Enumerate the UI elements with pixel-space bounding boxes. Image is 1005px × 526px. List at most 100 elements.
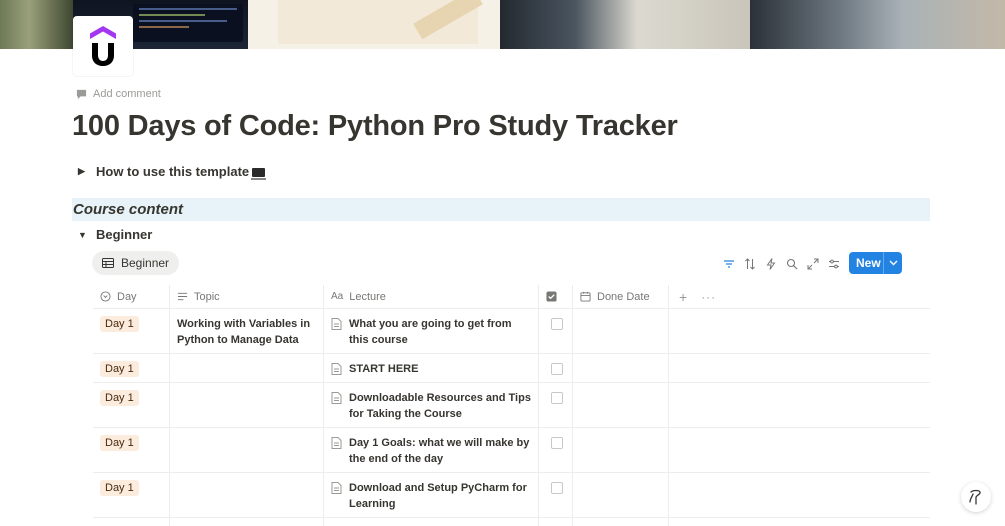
lecture-title[interactable]: Day 1 Goals: what we will make by the en… <box>349 435 531 465</box>
page-icon <box>331 437 343 465</box>
lecture-cell[interactable]: Download and Setup PyCharm for Learning <box>324 473 539 517</box>
new-button[interactable]: New <box>849 252 902 274</box>
triangle-down-icon[interactable]: ▼ <box>78 230 87 240</box>
table-row[interactable]: Day 1 Download and Setup PyCharm for Lea… <box>93 473 930 518</box>
done-date-cell[interactable] <box>573 309 669 353</box>
sort-button[interactable] <box>739 255 760 272</box>
page-title[interactable]: 100 Days of Code: Python Pro Study Track… <box>72 110 678 143</box>
expand-button[interactable] <box>802 255 823 272</box>
row-spacer <box>669 518 930 526</box>
topic-cell[interactable] <box>170 383 324 427</box>
lecture-cell[interactable]: START HERE <box>324 354 539 382</box>
filter-icon <box>723 259 734 268</box>
lecture-title[interactable]: What you are going to get from this cour… <box>349 316 531 346</box>
column-header-actions: + ··· <box>669 285 930 309</box>
day-cell[interactable]: Day 1 <box>93 473 170 517</box>
udemy-logo-icon <box>90 26 116 66</box>
table-row[interactable]: Day 1 Day 1 Goals: what we will make by … <box>93 428 930 473</box>
column-header-day[interactable]: Day <box>93 284 170 309</box>
new-button-label: New <box>856 256 881 270</box>
lightning-icon <box>766 257 775 270</box>
table-row[interactable]: Day 1 Working with Variables in Python t… <box>93 309 930 354</box>
row-spacer <box>669 428 930 472</box>
lecture-cell[interactable]: Downloadable Resources and Tips for Taki… <box>324 383 539 427</box>
more-icon[interactable]: ··· <box>701 290 716 304</box>
section-heading: Course content <box>72 198 930 221</box>
topic-cell[interactable] <box>170 428 324 472</box>
table-row[interactable]: Day 1 START HERE <box>93 354 930 383</box>
add-comment-button[interactable]: Add comment <box>76 88 161 100</box>
checkbox-cell <box>539 309 573 353</box>
column-header-label: Topic <box>194 290 220 303</box>
day-tag: Day 1 <box>100 435 139 451</box>
done-date-cell[interactable] <box>573 518 669 526</box>
day-cell[interactable]: Day 1 <box>93 383 170 427</box>
day-tag: Day 1 <box>100 316 139 332</box>
done-date-cell[interactable] <box>573 383 669 427</box>
column-header-checkbox[interactable] <box>539 284 573 309</box>
howto-toggle-label: How to use this template <box>96 164 250 179</box>
settings-button[interactable] <box>823 255 844 272</box>
column-header-label: Lecture <box>349 290 386 303</box>
lecture-cell[interactable]: What you are going to get from this cour… <box>324 309 539 353</box>
column-header-done-date[interactable]: Done Date <box>573 284 669 309</box>
checkbox-icon <box>546 291 557 302</box>
cover-photo-paper <box>248 0 500 49</box>
search-button[interactable] <box>781 255 802 272</box>
done-checkbox[interactable] <box>551 363 563 375</box>
topic-cell[interactable]: Working with Variables in Python to Mana… <box>170 309 324 353</box>
view-tab-beginner[interactable]: Beginner <box>92 251 180 275</box>
chevron-down-icon <box>889 260 897 266</box>
howto-toggle[interactable]: ▶ How to use this template <box>78 164 267 180</box>
done-checkbox[interactable] <box>551 318 563 330</box>
beginner-toggle-label: Beginner <box>96 227 153 242</box>
automation-button[interactable] <box>760 255 781 272</box>
table-header: Day Topic Aa Lecture Done Date + ··· <box>93 284 930 309</box>
column-header-label: Done Date <box>597 290 650 303</box>
topic-text: Working with Variables in Python to Mana… <box>177 318 311 346</box>
day-cell[interactable] <box>93 518 170 526</box>
checkbox-cell <box>539 383 573 427</box>
lecture-title[interactable]: Download and Setup PyCharm for Learning <box>349 480 531 510</box>
day-cell[interactable]: Day 1 <box>93 428 170 472</box>
help-button[interactable] <box>961 482 991 512</box>
text-icon <box>177 292 188 301</box>
table-icon <box>102 258 114 268</box>
lecture-cell[interactable]: Day 1 Goals: what we will make by the en… <box>324 428 539 472</box>
triangle-right-icon[interactable]: ▶ <box>78 166 87 177</box>
status-icon <box>100 291 111 302</box>
done-date-cell[interactable] <box>573 354 669 382</box>
cover-photo-plants <box>0 0 73 49</box>
topic-cell[interactable] <box>170 354 324 382</box>
done-date-cell[interactable] <box>573 428 669 472</box>
database-table: Day Topic Aa Lecture Done Date + ··· Day… <box>93 284 930 526</box>
checkbox-cell <box>539 428 573 472</box>
filter-button[interactable] <box>718 255 739 272</box>
column-header-lecture[interactable]: Aa Lecture <box>324 284 539 309</box>
done-checkbox[interactable] <box>551 437 563 449</box>
cover-photo-students <box>750 0 1005 49</box>
new-dropdown-button[interactable] <box>884 260 902 266</box>
table-row[interactable]: Day 1 Downloadable Resources and Tips fo… <box>93 383 930 428</box>
done-date-cell[interactable] <box>573 473 669 517</box>
beginner-toggle[interactable]: ▼ Beginner <box>78 227 152 242</box>
done-checkbox[interactable] <box>551 482 563 494</box>
page-icon <box>331 482 343 510</box>
topic-cell[interactable] <box>170 473 324 517</box>
day-tag: Day 1 <box>100 480 139 496</box>
done-checkbox[interactable] <box>551 392 563 404</box>
lecture-title[interactable]: START HERE <box>349 361 418 375</box>
day-cell[interactable]: Day 1 <box>93 309 170 353</box>
table-row[interactable] <box>93 518 930 526</box>
calendar-icon <box>580 291 591 302</box>
lecture-cell[interactable] <box>324 518 539 526</box>
page-icon <box>331 363 343 375</box>
page-cover <box>0 0 1005 49</box>
day-cell[interactable]: Day 1 <box>93 354 170 382</box>
column-header-topic[interactable]: Topic <box>170 284 324 309</box>
topic-cell[interactable] <box>170 518 324 526</box>
page-icon[interactable] <box>73 16 133 76</box>
add-property-icon[interactable]: + <box>679 289 687 305</box>
lecture-title[interactable]: Downloadable Resources and Tips for Taki… <box>349 390 531 420</box>
settings-sliders-icon <box>828 259 839 268</box>
